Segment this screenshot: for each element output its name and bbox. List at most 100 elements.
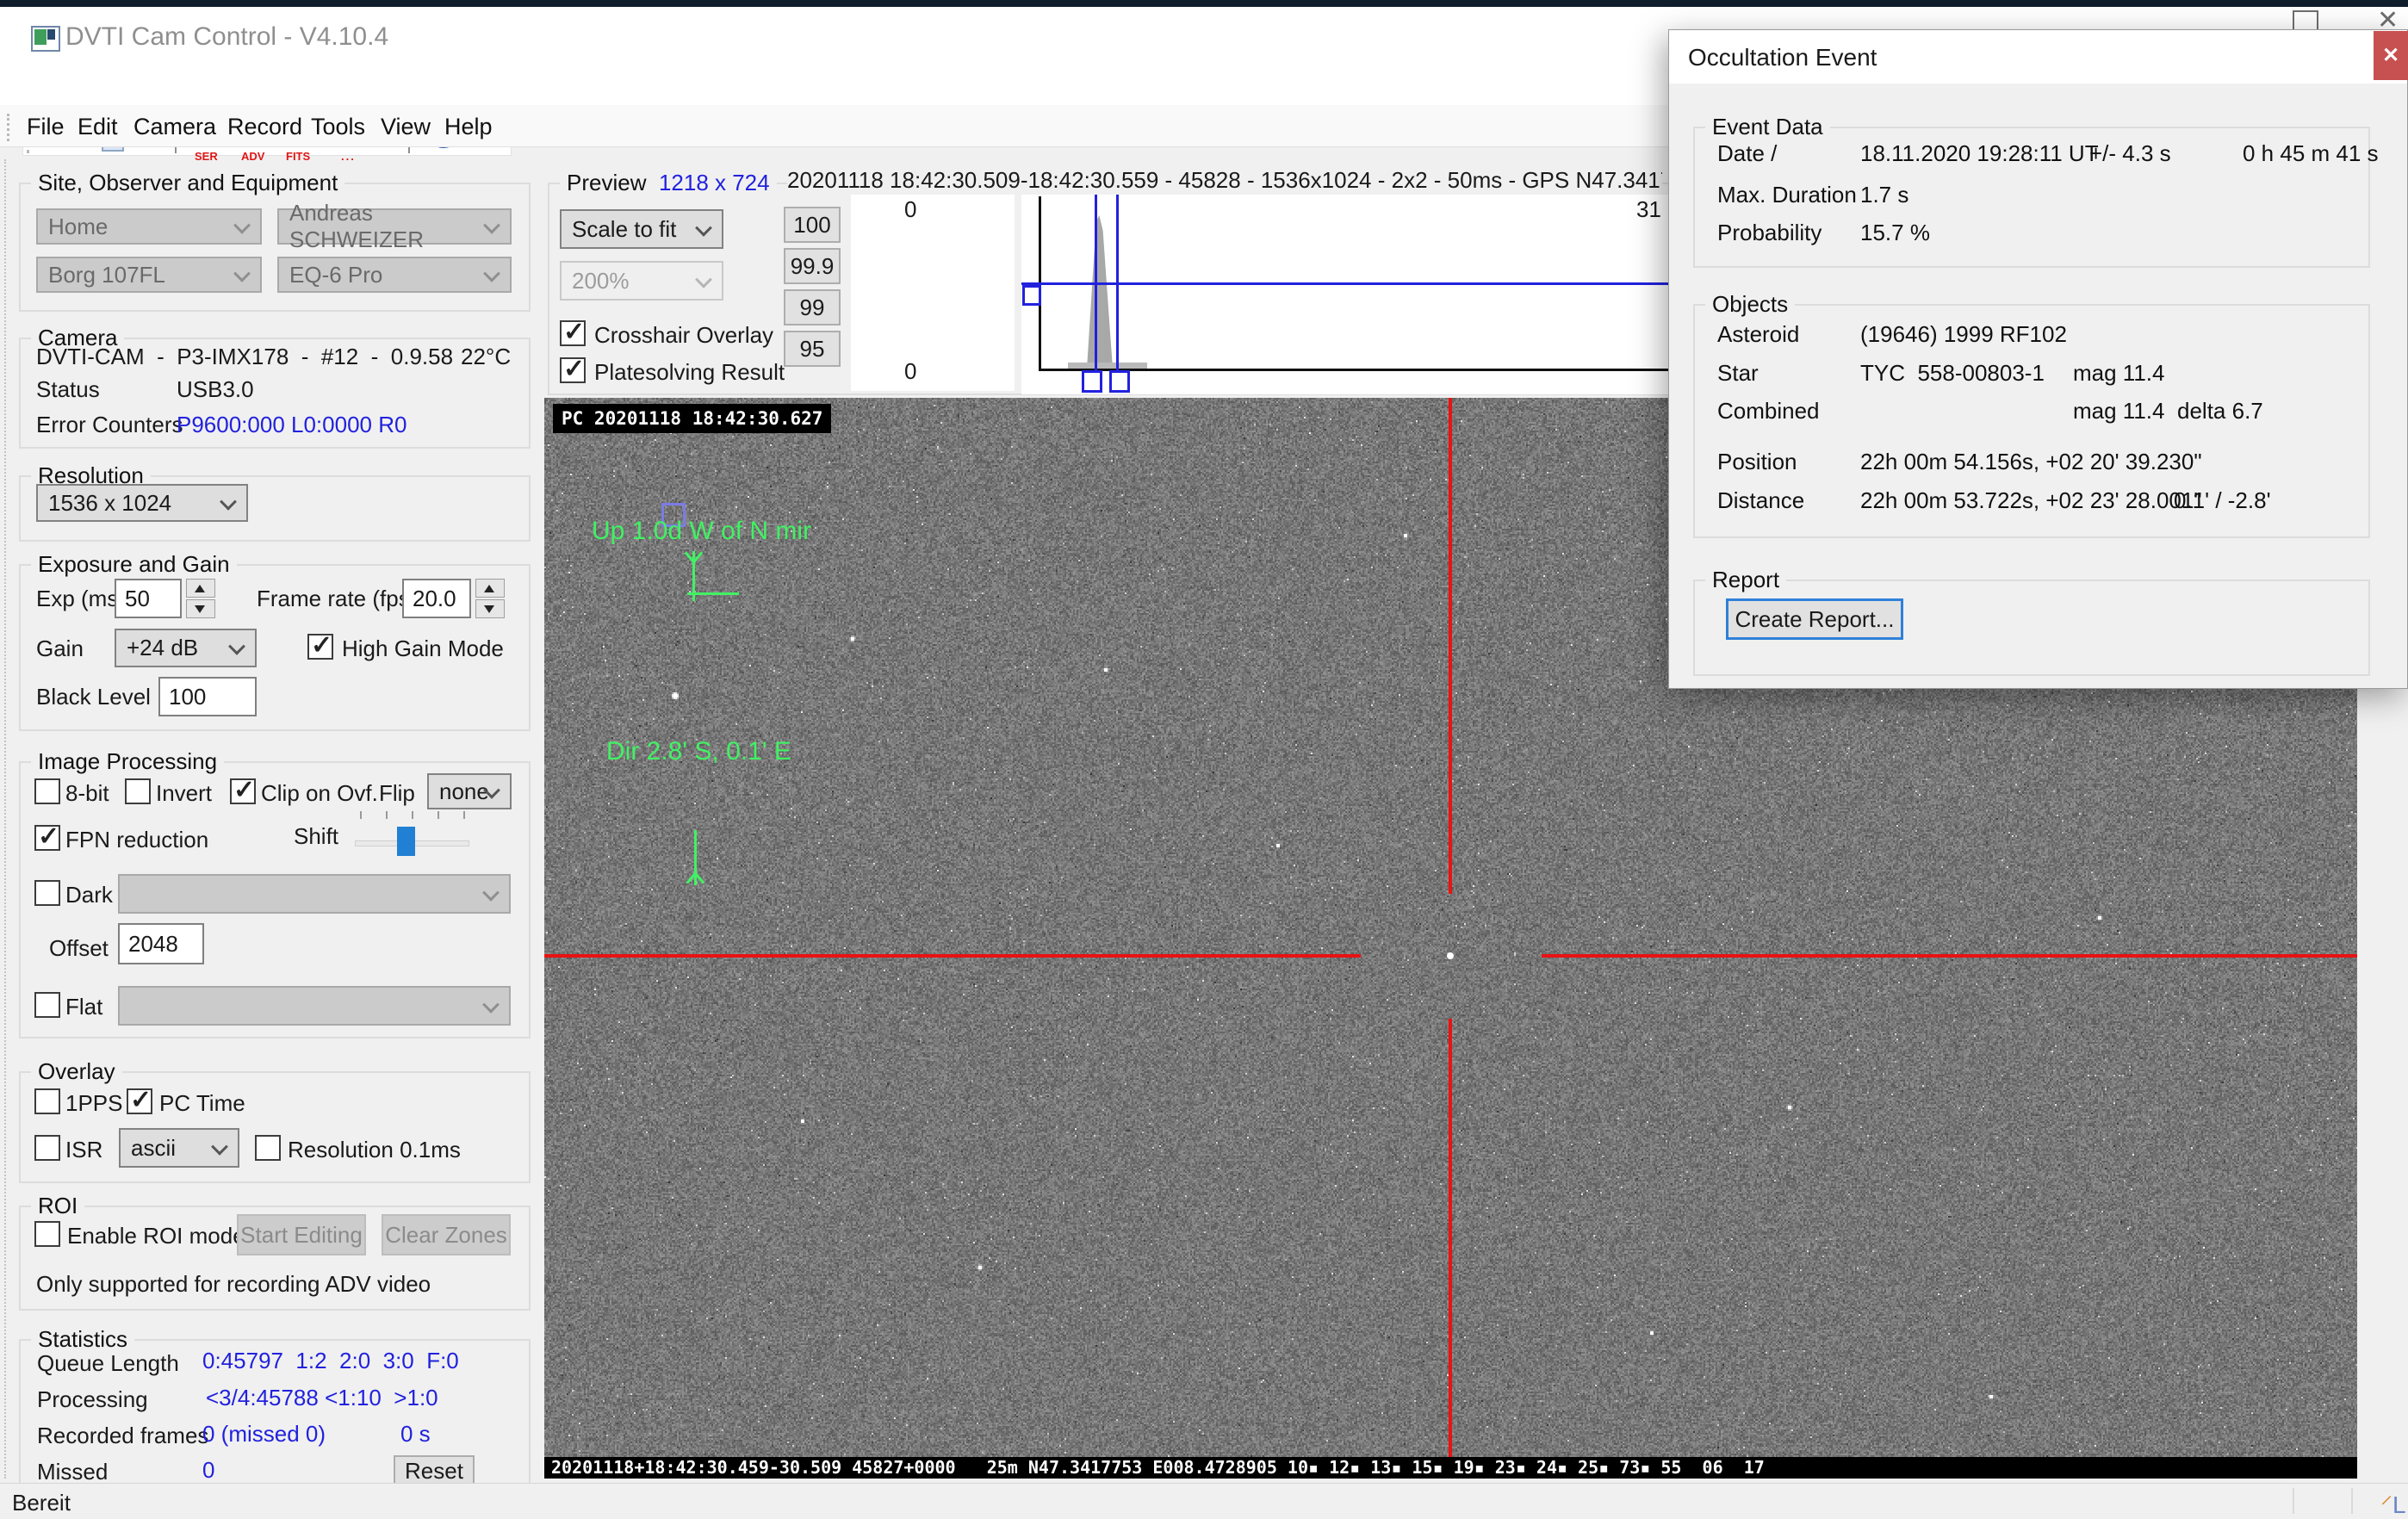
crosshair-vertical-top — [1449, 398, 1452, 894]
level-handle[interactable] — [1022, 285, 1041, 306]
combined-mag: mag 11.4 — [2073, 398, 2164, 425]
slider-tick — [386, 811, 388, 819]
fpn-checkbox[interactable] — [34, 825, 60, 851]
resolution01ms-checkbox[interactable] — [255, 1135, 281, 1161]
isr-checkbox[interactable] — [34, 1135, 60, 1161]
1pps-checkbox[interactable] — [34, 1088, 60, 1114]
menu-camera[interactable]: Camera — [133, 114, 216, 140]
create-report-button[interactable]: Create Report... — [1726, 598, 1903, 640]
exp-input[interactable]: 50 — [115, 579, 182, 618]
resolution-select[interactable]: 1536 x 1024 — [36, 484, 248, 522]
dialog-close-button[interactable]: ✕ — [2374, 31, 2408, 80]
chevron-down-icon — [695, 220, 712, 237]
dark-checkbox[interactable] — [34, 880, 60, 906]
slider-tick — [463, 811, 465, 819]
duration-label: Max. Duration — [1717, 182, 1857, 208]
framerate-stepper[interactable] — [475, 579, 505, 618]
gain-select[interactable]: +24 dB — [115, 629, 257, 667]
stretch-99-button[interactable]: 99 — [784, 289, 841, 326]
date-value: 18.11.2020 19:28:11 UT — [1860, 140, 2099, 167]
high-gain-label: High Gain Mode — [342, 636, 504, 662]
dark-select[interactable] — [118, 874, 511, 914]
histogram-left-panel: 0 0 — [851, 195, 1015, 391]
start-editing-button[interactable]: Start Editing — [237, 1214, 366, 1256]
max-handle[interactable] — [1109, 370, 1130, 393]
stretch-95-button[interactable]: 95 — [784, 331, 841, 367]
mount-select[interactable]: EQ-6 Pro — [277, 257, 512, 293]
invert-checkbox[interactable] — [125, 778, 151, 804]
clip-label: Clip on Ovf. — [261, 780, 378, 807]
menu-record[interactable]: Record — [227, 114, 302, 140]
roi-enable-checkbox[interactable] — [34, 1221, 60, 1247]
menu-grip[interactable] — [7, 114, 9, 141]
min-handle[interactable] — [1082, 370, 1102, 393]
flat-checkbox[interactable] — [34, 992, 60, 1018]
telescope-select[interactable]: Borg 107FL — [36, 257, 262, 293]
roi-group-title: ROI — [31, 1193, 84, 1219]
histogram-peak — [1087, 215, 1113, 369]
duration-value: 1.7 s — [1860, 182, 1908, 208]
frame-data-overlay: 20201118+18:42:30.459-30.509 45827+0000 … — [544, 1457, 2357, 1479]
scale-mode-select[interactable]: Scale to fit — [560, 209, 723, 249]
pc-timestamp-overlay: PC 20201118 18:42:30.627 — [553, 404, 831, 433]
processing-value: <3/4:45788 <1:10 >1:0 — [206, 1385, 438, 1411]
histogram-max-line[interactable] — [1116, 195, 1119, 388]
8bit-checkbox[interactable] — [34, 778, 60, 804]
isr-label: ISR — [65, 1137, 102, 1163]
stretch-100-button[interactable]: 100 — [784, 207, 841, 243]
missed-label: Missed — [37, 1459, 108, 1485]
star-label: Star — [1717, 360, 1759, 387]
roi-enable-label: Enable ROI mode — [67, 1223, 245, 1249]
hist-left-bottom-value: 0 — [904, 358, 916, 385]
clear-zones-button[interactable]: Clear Zones — [382, 1214, 511, 1256]
black-level-input[interactable]: 100 — [158, 677, 257, 716]
dialog-title-bar[interactable]: Occultation Event ✕ — [1669, 30, 2407, 84]
window-top-border — [0, 0, 2408, 7]
stretch-999-button[interactable]: 99.9 — [784, 248, 841, 284]
histogram-min-line[interactable] — [1095, 195, 1097, 388]
chevron-down-icon — [695, 271, 712, 288]
missed-value: 0 — [202, 1457, 214, 1484]
zoom-level-select[interactable]: 200% — [560, 261, 723, 301]
menu-file[interactable]: File — [27, 114, 65, 140]
date-tolerance: +/- 4.3 s — [2089, 140, 2171, 167]
north-arrow-crossbar — [687, 592, 739, 595]
app-window: DVTI Cam Control - V4.10.4 ✕ ✂ SER ADV F… — [0, 0, 2408, 1519]
flat-select[interactable] — [118, 986, 511, 1026]
dock-splitter[interactable] — [4, 159, 6, 1479]
position-value: 22h 00m 54.156s, +02 20' 39.230" — [1860, 449, 2202, 475]
menu-edit[interactable]: Edit — [78, 114, 118, 140]
crosshair-overlay-checkbox[interactable] — [560, 320, 586, 346]
site-select[interactable]: Home — [36, 208, 262, 245]
menu-help[interactable]: Help — [444, 114, 493, 140]
star-mag: mag 11.4 — [2073, 360, 2164, 387]
combined-label: Combined — [1717, 398, 1820, 425]
isr-format-select[interactable]: ascii — [119, 1128, 239, 1168]
menu-tools[interactable]: Tools — [311, 114, 365, 140]
window-title: DVTI Cam Control - V4.10.4 — [65, 22, 388, 52]
close-x-icon: ✕ — [2382, 43, 2399, 68]
asteroid-value: (19646) 1999 RF102 — [1860, 321, 2067, 348]
reset-button[interactable]: Reset — [394, 1455, 475, 1486]
histogram-max-value: 31 — [1636, 196, 1661, 223]
status-separator2 — [2351, 1488, 2353, 1514]
flip-select[interactable]: none — [427, 773, 512, 809]
exp-stepper[interactable] — [186, 579, 215, 618]
offset-label: Offset — [49, 935, 109, 962]
observer-select[interactable]: Andreas SCHWEIZER — [277, 208, 512, 245]
pctime-checkbox[interactable] — [127, 1088, 152, 1114]
platesolving-checkbox[interactable] — [560, 357, 586, 383]
crosshair-vertical-bottom — [1449, 1019, 1452, 1457]
shift-slider-thumb[interactable] — [397, 827, 415, 856]
chevron-down-icon — [220, 493, 237, 511]
clip-checkbox[interactable] — [230, 778, 256, 804]
black-level-label: Black Level — [36, 684, 151, 710]
offset-input[interactable]: 2048 — [118, 923, 204, 964]
framerate-input[interactable]: 20.0 — [402, 579, 471, 618]
framerate-label: Frame rate (fps) — [257, 586, 417, 612]
chevron-down-icon — [233, 265, 251, 282]
platesolving-label: Platesolving Result — [594, 359, 785, 386]
high-gain-checkbox[interactable] — [307, 634, 333, 660]
menu-view[interactable]: View — [381, 114, 431, 140]
site-group-title: Site, Observer and Equipment — [31, 170, 344, 196]
